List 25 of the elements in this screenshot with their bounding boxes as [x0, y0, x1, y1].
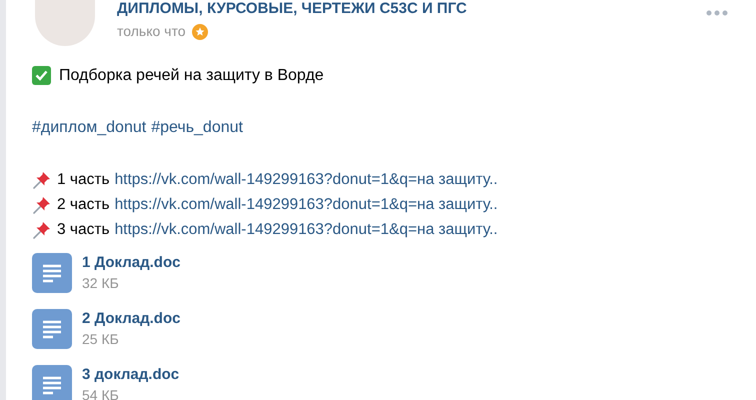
hashtag-link[interactable]: #речь_donut: [151, 115, 243, 140]
document-size: 25 КБ: [82, 330, 120, 349]
pushpin-icon: [32, 170, 52, 190]
document-name[interactable]: 3 доклад.doc: [82, 365, 180, 385]
document-icon[interactable]: [32, 309, 72, 349]
document-name[interactable]: 2 Доклад.doc: [82, 309, 180, 329]
hashtag-link[interactable]: #диплом_donut: [32, 115, 146, 140]
part-label: 3 часть: [57, 220, 110, 240]
post-link[interactable]: https://vk.com/wall-149299163?donut=1&q=на защиту..: [114, 192, 498, 217]
post-time: только что: [117, 22, 186, 41]
post-link[interactable]: https://vk.com/wall-149299163?donut=1&q=на защиту..: [114, 167, 498, 192]
document-size: 54 КБ: [82, 386, 120, 400]
pushpin-icon: [32, 194, 52, 214]
document-icon[interactable]: [32, 253, 72, 293]
post-link[interactable]: https://vk.com/wall-149299163?donut=1&q=на защиту..: [114, 217, 498, 242]
pushpin-icon: [32, 220, 52, 240]
part-label: 1 часть: [57, 170, 110, 190]
post-title: Подборка речей на защиту в Ворде: [59, 66, 324, 86]
part-label: 2 часть: [57, 195, 110, 215]
author-name[interactable]: ДИПЛОМЫ, КУРСОВЫЕ, ЧЕРТЕЖИ С53С И ПГС: [117, 0, 706, 18]
document-name[interactable]: 1 Доклад.doc: [82, 253, 180, 273]
check-icon: [32, 66, 51, 85]
document-icon[interactable]: [32, 365, 72, 400]
more-icon[interactable]: [706, 10, 728, 16]
document-size: 32 КБ: [82, 274, 120, 293]
